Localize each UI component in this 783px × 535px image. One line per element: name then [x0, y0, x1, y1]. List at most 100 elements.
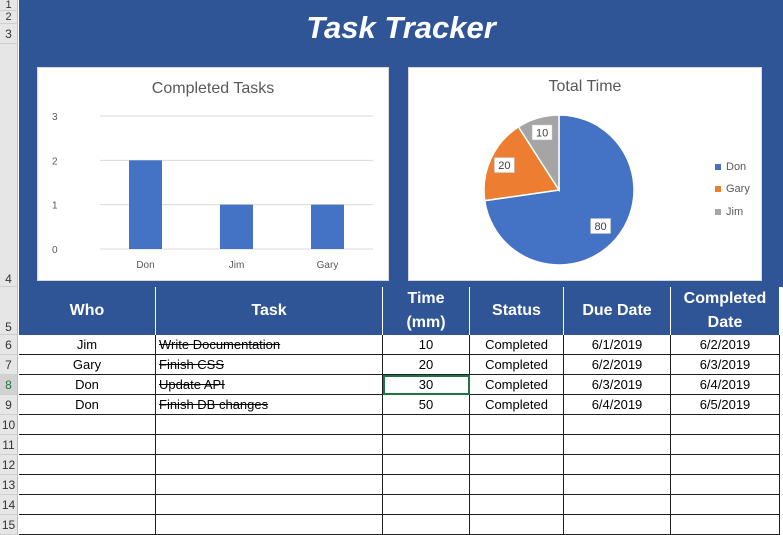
cell-due-date[interactable]: 6/2/2019 — [564, 355, 671, 375]
legend-swatch — [715, 164, 721, 170]
cell-who[interactable] — [19, 495, 156, 515]
bar-chart-plot: 0 1 2 3 Don Jim Gary — [52, 112, 373, 271]
header-label: Task — [251, 302, 287, 319]
cell-status[interactable] — [470, 475, 564, 495]
cell-due-date[interactable] — [564, 495, 671, 515]
header-completed-date[interactable]: Completed Date — [671, 287, 780, 335]
cell-who[interactable] — [19, 415, 156, 435]
cell-due-date[interactable]: 6/3/2019 — [564, 375, 671, 395]
bar-jim[interactable] — [220, 204, 253, 249]
row-header-10[interactable]: 10 — [0, 415, 18, 435]
cell-status[interactable]: Completed — [470, 375, 564, 395]
cell-completed-date[interactable] — [671, 455, 780, 475]
cell-status[interactable] — [470, 415, 564, 435]
cell-status[interactable] — [470, 515, 564, 535]
cell-time[interactable] — [383, 415, 470, 435]
data-label: 10 — [536, 127, 548, 139]
cell-status[interactable]: Completed — [470, 335, 564, 355]
cell-who[interactable]: Jim — [19, 335, 156, 355]
legend-item-jim: Jim — [715, 206, 743, 218]
cell-status[interactable] — [470, 495, 564, 515]
cell-who[interactable] — [19, 475, 156, 495]
cell-task[interactable] — [156, 435, 383, 455]
cell-status[interactable]: Completed — [470, 395, 564, 415]
cell-time[interactable]: 20 — [383, 355, 470, 375]
total-time-chart[interactable]: Total Time 80 20 10 Don Gary Jim — [408, 67, 762, 281]
row-header-5[interactable]: 5 — [0, 287, 18, 335]
cell-task[interactable] — [156, 455, 383, 475]
cell-completed-date[interactable] — [671, 435, 780, 455]
cell-completed-date[interactable]: 6/4/2019 — [671, 375, 780, 395]
y-tick-label: 1 — [52, 201, 58, 212]
cell-task[interactable]: Write Documentation — [156, 335, 383, 355]
cell-completed-date[interactable] — [671, 415, 780, 435]
cell-time[interactable] — [383, 515, 470, 535]
cell-who[interactable] — [19, 515, 156, 535]
row-header-12[interactable]: 12 — [0, 455, 18, 475]
data-label: 80 — [594, 221, 606, 233]
header-status[interactable]: Status — [470, 287, 564, 335]
cell-time[interactable] — [383, 435, 470, 455]
cell-due-date[interactable] — [564, 455, 671, 475]
pie-chart-plot: 80 20 10 — [483, 114, 635, 266]
header-label: Who — [69, 302, 105, 319]
row-header-13[interactable]: 13 — [0, 475, 18, 495]
cell-due-date[interactable]: 6/4/2019 — [564, 395, 671, 415]
cell-time[interactable] — [383, 495, 470, 515]
cell-task[interactable] — [156, 415, 383, 435]
y-tick-label: 2 — [52, 156, 58, 167]
cell-completed-date[interactable]: 6/5/2019 — [671, 395, 780, 415]
cell-completed-date[interactable]: 6/2/2019 — [671, 335, 780, 355]
cell-who[interactable]: Don — [19, 395, 156, 415]
cell-completed-date[interactable]: 6/3/2019 — [671, 355, 780, 375]
cell-task[interactable]: Finish DB changes — [156, 395, 383, 415]
row-header-15[interactable]: 15 — [0, 515, 18, 535]
row-header-1[interactable]: 1 — [0, 0, 18, 11]
cell-time[interactable]: 30 — [383, 375, 470, 395]
cell-who[interactable] — [19, 435, 156, 455]
cell-due-date[interactable] — [564, 515, 671, 535]
row-header-3[interactable]: 3 — [0, 24, 18, 44]
cell-status[interactable] — [470, 435, 564, 455]
cell-status[interactable]: Completed — [470, 355, 564, 375]
data-label: 20 — [498, 160, 510, 172]
row-header-6[interactable]: 6 — [0, 335, 18, 355]
cell-completed-date[interactable] — [671, 475, 780, 495]
cell-time[interactable]: 10 — [383, 335, 470, 355]
row-header-9[interactable]: 9 — [0, 395, 18, 415]
cell-task[interactable] — [156, 475, 383, 495]
completed-tasks-chart[interactable]: Completed Tasks 0 1 2 3 Don Jim Gary — [37, 67, 389, 281]
cell-time[interactable] — [383, 475, 470, 495]
cell-due-date[interactable] — [564, 415, 671, 435]
header-label: Completed Date — [683, 290, 767, 331]
cell-time[interactable] — [383, 455, 470, 475]
row-header-4[interactable]: 4 — [0, 44, 18, 287]
cell-completed-date[interactable] — [671, 515, 780, 535]
header-task[interactable]: Task — [156, 287, 383, 335]
cell-status[interactable] — [470, 455, 564, 475]
cell-due-date[interactable] — [564, 475, 671, 495]
header-due-date[interactable]: Due Date — [564, 287, 671, 335]
legend-swatch — [715, 186, 721, 192]
cell-task[interactable] — [156, 515, 383, 535]
cell-task[interactable] — [156, 495, 383, 515]
cell-completed-date[interactable] — [671, 495, 780, 515]
header-who[interactable]: Who — [19, 287, 156, 335]
row-header-2[interactable]: 2 — [0, 11, 18, 24]
cell-due-date[interactable]: 6/1/2019 — [564, 335, 671, 355]
cell-due-date[interactable] — [564, 435, 671, 455]
legend-label: Jim — [726, 206, 744, 218]
row-header-8[interactable]: 8 — [0, 375, 18, 395]
cell-who[interactable]: Gary — [19, 355, 156, 375]
cell-time[interactable]: 50 — [383, 395, 470, 415]
header-time[interactable]: Time (mm) — [383, 287, 470, 335]
row-header-11[interactable]: 11 — [0, 435, 18, 455]
cell-who[interactable] — [19, 455, 156, 475]
row-header-7[interactable]: 7 — [0, 355, 18, 375]
row-header-14[interactable]: 14 — [0, 495, 18, 515]
cell-who[interactable]: Don — [19, 375, 156, 395]
cell-task[interactable]: Update API — [156, 375, 383, 395]
cell-task[interactable]: Finish CSS — [156, 355, 383, 375]
bar-gary[interactable] — [311, 204, 344, 249]
bar-don[interactable] — [129, 160, 162, 249]
